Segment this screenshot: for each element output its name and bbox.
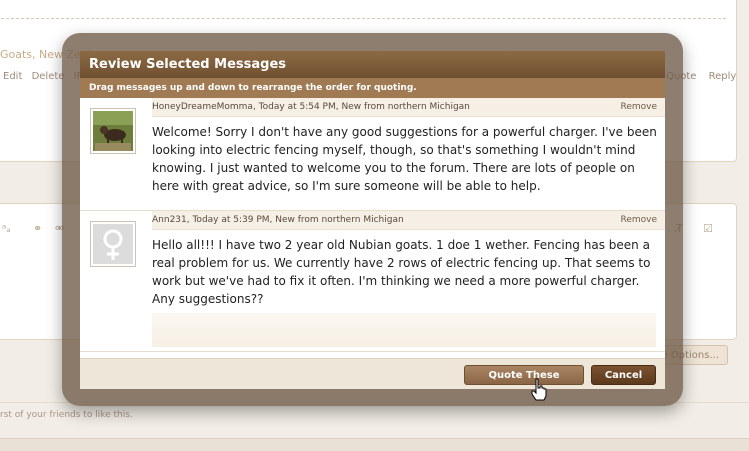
goat-photo-icon bbox=[93, 111, 133, 151]
link-icon[interactable]: ⚭ bbox=[33, 222, 42, 235]
message-author-info: HoneyDreameMomma, Today at 5:54 PM, New … bbox=[152, 102, 470, 112]
avatar bbox=[90, 108, 136, 154]
message-author-info: Ann231, Today at 5:39 PM, New from north… bbox=[152, 215, 404, 225]
edit-link[interactable]: Edit bbox=[3, 71, 22, 82]
cancel-button[interactable]: Cancel bbox=[591, 365, 656, 385]
message-meta: Ann231, Today at 5:39 PM, New from north… bbox=[152, 211, 665, 230]
message-body: Hello all!!! I have two 2 year old Nubia… bbox=[152, 238, 651, 306]
message-fade bbox=[152, 313, 656, 347]
message-body: Welcome! Sorry I don't have any good sug… bbox=[152, 125, 657, 193]
like-prompt: rst of your friends to like this. bbox=[0, 410, 133, 420]
default-female-avatar-icon bbox=[93, 224, 133, 264]
post-divider bbox=[0, 18, 726, 19]
dialog-instructions: Drag messages up and down to rearrange t… bbox=[80, 78, 665, 98]
remove-link[interactable]: Remove bbox=[620, 98, 657, 116]
hand-cursor-icon bbox=[531, 378, 547, 401]
avatar bbox=[90, 221, 136, 267]
page-footer bbox=[0, 438, 749, 451]
reply-link[interactable]: Reply bbox=[709, 71, 737, 82]
quoted-message[interactable]: HoneyDreameMomma, Today at 5:54 PM, New … bbox=[80, 98, 665, 211]
toggle-source-icon[interactable]: ☑ bbox=[703, 222, 713, 235]
dialog-footer: Quote These Messages Cancel bbox=[80, 358, 665, 389]
dialog-title: Review Selected Messages bbox=[80, 51, 665, 78]
quote-messages-button[interactable]: Quote These Messages bbox=[464, 365, 584, 385]
delete-link[interactable]: Delete bbox=[32, 71, 65, 82]
message-meta: HoneyDreameMomma, Today at 5:54 PM, New … bbox=[152, 98, 665, 117]
remove-link[interactable]: Remove bbox=[620, 211, 657, 229]
review-messages-dialog: Review Selected Messages Drag messages u… bbox=[80, 51, 665, 389]
text-size-icon[interactable]: ᵃₐ bbox=[2, 222, 11, 235]
quoted-message[interactable]: Ann231, Today at 5:39 PM, New from north… bbox=[80, 211, 665, 352]
